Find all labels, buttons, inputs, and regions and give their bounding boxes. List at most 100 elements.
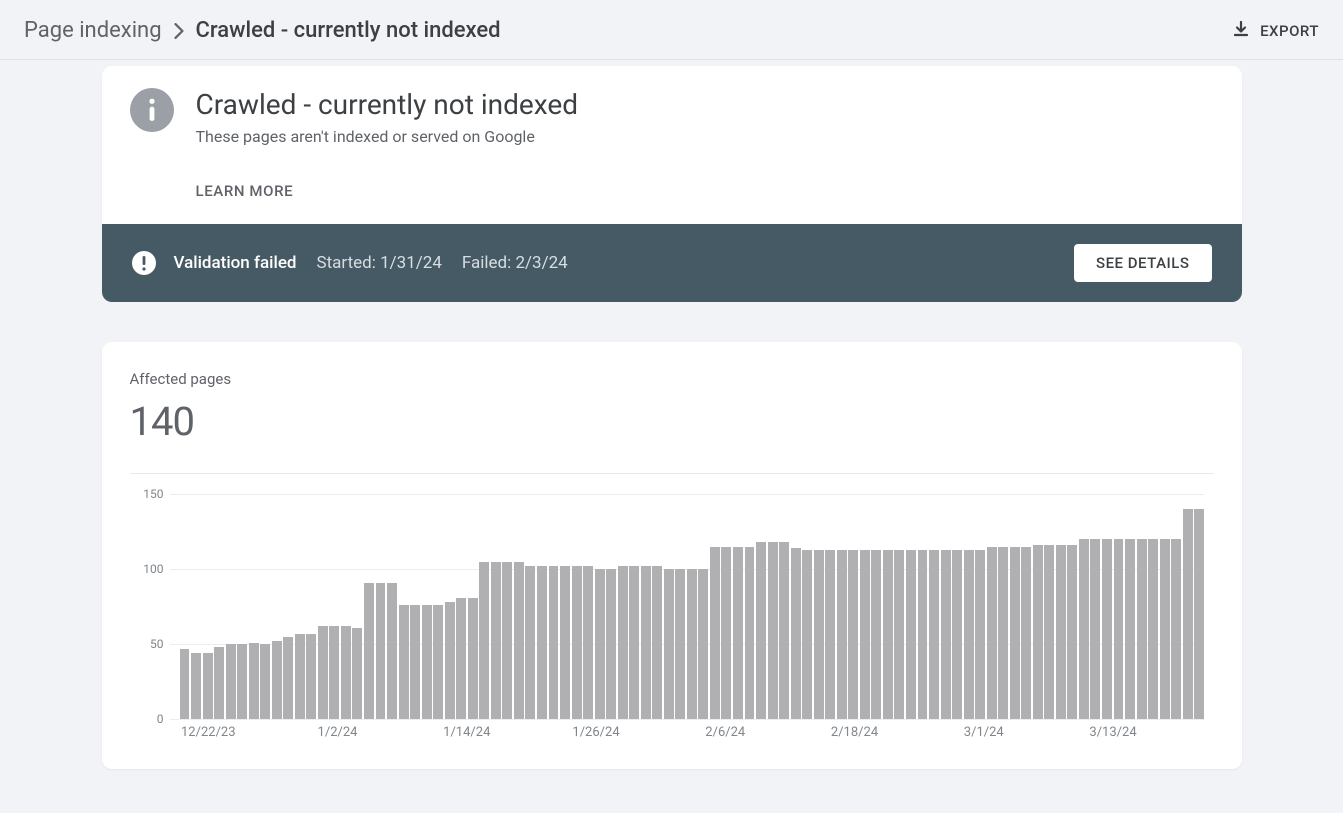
info-icon [130, 88, 174, 132]
bar[interactable] [1171, 539, 1181, 719]
x-tick-label: 3/13/24 [1089, 725, 1136, 740]
bar[interactable] [664, 569, 674, 719]
bar[interactable] [191, 653, 201, 719]
bar[interactable] [203, 653, 213, 719]
bar[interactable] [479, 562, 489, 720]
bar[interactable] [606, 569, 616, 719]
export-button[interactable]: EXPORT [1232, 20, 1319, 42]
bar[interactable] [352, 628, 362, 720]
bar[interactable] [687, 569, 697, 719]
y-tick-label: 100 [130, 562, 164, 576]
breadcrumb-parent[interactable]: Page indexing [24, 18, 162, 43]
learn-more-button[interactable]: LEARN MORE [196, 182, 1214, 200]
bar[interactable] [491, 562, 501, 720]
bar[interactable] [560, 566, 570, 719]
bar[interactable] [998, 547, 1008, 720]
bar[interactable] [1021, 547, 1031, 720]
bar[interactable] [964, 550, 974, 720]
bar[interactable] [525, 566, 535, 719]
see-details-button[interactable]: SEE DETAILS [1074, 244, 1212, 282]
bar[interactable] [629, 566, 639, 719]
validation-started: Started: 1/31/24 [317, 253, 442, 273]
bar[interactable] [791, 548, 801, 719]
bar[interactable] [848, 550, 858, 720]
bar[interactable] [883, 550, 893, 720]
bar[interactable] [698, 569, 708, 719]
bar[interactable] [894, 550, 904, 720]
bar[interactable] [1114, 539, 1124, 719]
bar[interactable] [941, 550, 951, 720]
bar[interactable] [721, 547, 731, 720]
bar[interactable] [906, 550, 916, 720]
bar[interactable] [433, 605, 443, 719]
bar[interactable] [514, 562, 524, 720]
bar[interactable] [468, 598, 478, 720]
bar[interactable] [364, 583, 374, 720]
bar[interactable] [272, 641, 282, 719]
bar[interactable] [814, 550, 824, 720]
bar[interactable] [283, 637, 293, 720]
bar[interactable] [583, 566, 593, 719]
export-label: EXPORT [1260, 22, 1319, 40]
bar[interactable] [756, 542, 766, 719]
bar[interactable] [1102, 539, 1112, 719]
bar[interactable] [295, 634, 305, 720]
bar[interactable] [180, 649, 190, 720]
bar[interactable] [1010, 547, 1020, 720]
bar[interactable] [249, 643, 259, 720]
bar[interactable] [1044, 545, 1054, 719]
bar[interactable] [837, 550, 847, 720]
bar[interactable] [1194, 509, 1204, 719]
bar[interactable] [675, 569, 685, 719]
bar[interactable] [572, 566, 582, 719]
bar[interactable] [1148, 539, 1158, 719]
bar[interactable] [260, 644, 270, 719]
bar[interactable] [652, 566, 662, 719]
bar[interactable] [871, 550, 881, 720]
bar[interactable] [710, 547, 720, 720]
bar[interactable] [502, 562, 512, 720]
bar[interactable] [376, 583, 386, 720]
bar[interactable] [445, 602, 455, 719]
bar[interactable] [422, 605, 432, 719]
bar[interactable] [226, 644, 236, 719]
bar[interactable] [237, 644, 247, 719]
bar[interactable] [595, 569, 605, 719]
bar[interactable] [387, 583, 397, 720]
y-tick-label: 0 [130, 712, 164, 726]
bar[interactable] [802, 550, 812, 720]
bar[interactable] [456, 598, 466, 720]
bar[interactable] [733, 547, 743, 720]
bar[interactable] [341, 626, 351, 719]
bar[interactable] [1033, 545, 1043, 719]
bar[interactable] [329, 626, 339, 719]
bar[interactable] [987, 547, 997, 720]
bar[interactable] [1079, 539, 1089, 719]
chart-area: 050100150 12/22/231/2/241/14/241/26/242/… [130, 473, 1214, 749]
bar[interactable] [1090, 539, 1100, 719]
bar[interactable] [929, 550, 939, 720]
bar[interactable] [952, 550, 962, 720]
bar[interactable] [537, 566, 547, 719]
bar[interactable] [768, 542, 778, 719]
bar[interactable] [399, 605, 409, 719]
bar[interactable] [918, 550, 928, 720]
bar[interactable] [1137, 539, 1147, 719]
bar[interactable] [975, 550, 985, 720]
bar[interactable] [779, 542, 789, 719]
bar[interactable] [1160, 539, 1170, 719]
bar[interactable] [549, 566, 559, 719]
bar[interactable] [306, 634, 316, 720]
bar[interactable] [410, 605, 420, 719]
bar[interactable] [318, 626, 328, 719]
bar[interactable] [860, 550, 870, 720]
bar[interactable] [745, 547, 755, 720]
bar[interactable] [825, 550, 835, 720]
bar[interactable] [1183, 509, 1193, 719]
bar[interactable] [1056, 545, 1066, 719]
bar[interactable] [618, 566, 628, 719]
bar[interactable] [214, 647, 224, 719]
bar[interactable] [641, 566, 651, 719]
bar[interactable] [1125, 539, 1135, 719]
bar[interactable] [1067, 545, 1077, 719]
